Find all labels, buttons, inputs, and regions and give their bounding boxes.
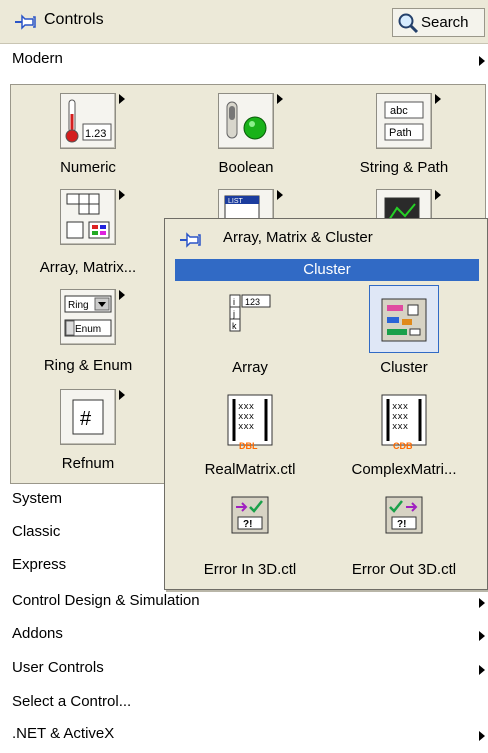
menu-item-control-design[interactable]: Control Design & Simulation: [0, 586, 488, 619]
submenu-arrow-icon: [479, 665, 485, 675]
svg-text:#: #: [80, 408, 92, 430]
svg-text:Enum: Enum: [75, 324, 101, 335]
pin-icon[interactable]: [14, 13, 36, 31]
palette-item-array-matrix[interactable]: Array, Matrix...: [13, 185, 163, 280]
popup-item-cluster[interactable]: Cluster: [329, 285, 479, 385]
ring-enum-icon: Ring Enum: [60, 289, 125, 345]
complex-matrix-icon: xxx xxx xxx CDB: [381, 394, 427, 451]
search-button[interactable]: Search: [392, 8, 485, 37]
popup-item-label: ComplexMatri...: [351, 461, 457, 478]
menu-item-label: Addons: [12, 625, 63, 642]
svg-text:xxx: xxx: [238, 422, 254, 432]
menu-item-addons[interactable]: Addons: [0, 619, 488, 652]
svg-text:xxx: xxx: [238, 412, 254, 422]
popup-item-label: Cluster: [380, 359, 428, 376]
array-matrix-cluster-popup: Array, Matrix & Cluster Cluster i j k 12…: [164, 218, 488, 590]
submenu-arrow-icon: [479, 598, 485, 608]
palette-item-string-path[interactable]: abc Path String & Path: [329, 85, 479, 180]
popup-item-real-matrix[interactable]: xxx xxx xxx DBL RealMatrix.ctl: [175, 387, 325, 487]
menu-item-modern[interactable]: Modern: [0, 44, 488, 77]
submenu-arrow-icon: [479, 631, 485, 641]
refnum-icon: #: [60, 389, 125, 445]
popup-header: Array, Matrix & Cluster: [165, 219, 487, 259]
search-icon: [398, 13, 419, 34]
popup-title: Array, Matrix & Cluster: [223, 229, 373, 246]
submenu-arrow-icon: [479, 56, 485, 66]
real-matrix-icon: xxx xxx xxx DBL: [227, 394, 273, 451]
error-out-icon: ?!: [385, 496, 423, 534]
palette-item-label: Refnum: [61, 455, 115, 472]
popup-item-array[interactable]: i j k 123 Array: [175, 285, 325, 385]
palette-item-label: String & Path: [359, 159, 449, 176]
dbl-tag: DBL: [239, 441, 258, 451]
popup-item-complex-matrix[interactable]: xxx xxx xxx CDB ComplexMatri...: [329, 387, 479, 487]
menu-item-label: System: [12, 490, 63, 507]
submenu-arrow-icon: [479, 731, 485, 741]
palette-item-label: Array, Matrix...: [39, 259, 137, 276]
error-out-tag: ?!: [397, 519, 406, 530]
svg-text:j: j: [232, 309, 235, 319]
svg-text:Ring: Ring: [68, 300, 89, 311]
popup-item-label: Array: [232, 359, 268, 376]
svg-text:123: 123: [245, 297, 260, 307]
palette-item-refnum[interactable]: # Refnum: [13, 381, 163, 476]
pin-icon[interactable]: [179, 231, 201, 249]
svg-text:xxx: xxx: [392, 422, 408, 432]
menu-item-label: Modern: [12, 50, 63, 67]
palette-item-ring-enum[interactable]: Ring Enum Ring & Enum: [13, 283, 163, 378]
menu-item-label: Express: [12, 556, 67, 573]
palette-item-label: Boolean: [218, 159, 274, 176]
menu-item-label: .NET & ActiveX: [12, 725, 115, 742]
boolean-switch-led-icon: [218, 93, 283, 149]
selected-item-caption: Cluster: [175, 259, 479, 281]
array-icon: i j k 123: [229, 294, 271, 332]
search-label: Search: [421, 14, 469, 31]
svg-text:Path: Path: [389, 127, 412, 139]
svg-text:xxx: xxx: [238, 402, 254, 412]
menu-item-label: Select a Control...: [12, 693, 132, 710]
popup-item-label: Error Out 3D.ctl: [351, 561, 457, 578]
palette-item-numeric[interactable]: 1.23 Numeric: [13, 85, 163, 180]
palette-item-boolean[interactable]: Boolean: [171, 85, 321, 180]
popup-item-error-in[interactable]: ?! Error In 3D.ctl: [175, 487, 325, 587]
svg-text:LIST: LIST: [228, 198, 244, 205]
palette-title: Controls: [44, 11, 104, 28]
svg-text:abc: abc: [390, 105, 408, 117]
popup-item-label: RealMatrix.ctl: [204, 461, 296, 478]
cluster-icon: [381, 298, 427, 342]
svg-text:xxx: xxx: [392, 412, 408, 422]
string-path-icon: abc Path: [376, 93, 441, 149]
svg-text:i: i: [233, 297, 235, 307]
menu-item-label: User Controls: [12, 659, 104, 676]
cdb-tag: CDB: [393, 441, 413, 451]
menu-item-dotnet-activex[interactable]: .NET & ActiveX: [0, 719, 488, 752]
error-in-tag: ?!: [243, 519, 252, 530]
popup-item-label: Error In 3D.ctl: [203, 561, 297, 578]
svg-text:xxx: xxx: [392, 402, 408, 412]
menu-item-label: Control Design & Simulation: [12, 592, 200, 609]
menu-item-select-control[interactable]: Select a Control...: [0, 687, 488, 720]
svg-text:k: k: [232, 321, 237, 331]
menu-item-label: Classic: [12, 523, 61, 540]
error-in-icon: ?!: [231, 496, 269, 534]
numeric-thermometer-icon: 1.23: [60, 93, 125, 149]
palette-item-label: Numeric: [60, 159, 116, 176]
palette-item-label: Ring & Enum: [43, 357, 133, 374]
menu-item-user-controls[interactable]: User Controls: [0, 653, 488, 686]
palette-titlebar: Controls Search: [0, 0, 488, 44]
popup-item-error-out[interactable]: ?! Error Out 3D.ctl: [329, 487, 479, 587]
svg-text:1.23: 1.23: [85, 128, 106, 140]
array-matrix-icon: [60, 189, 125, 245]
